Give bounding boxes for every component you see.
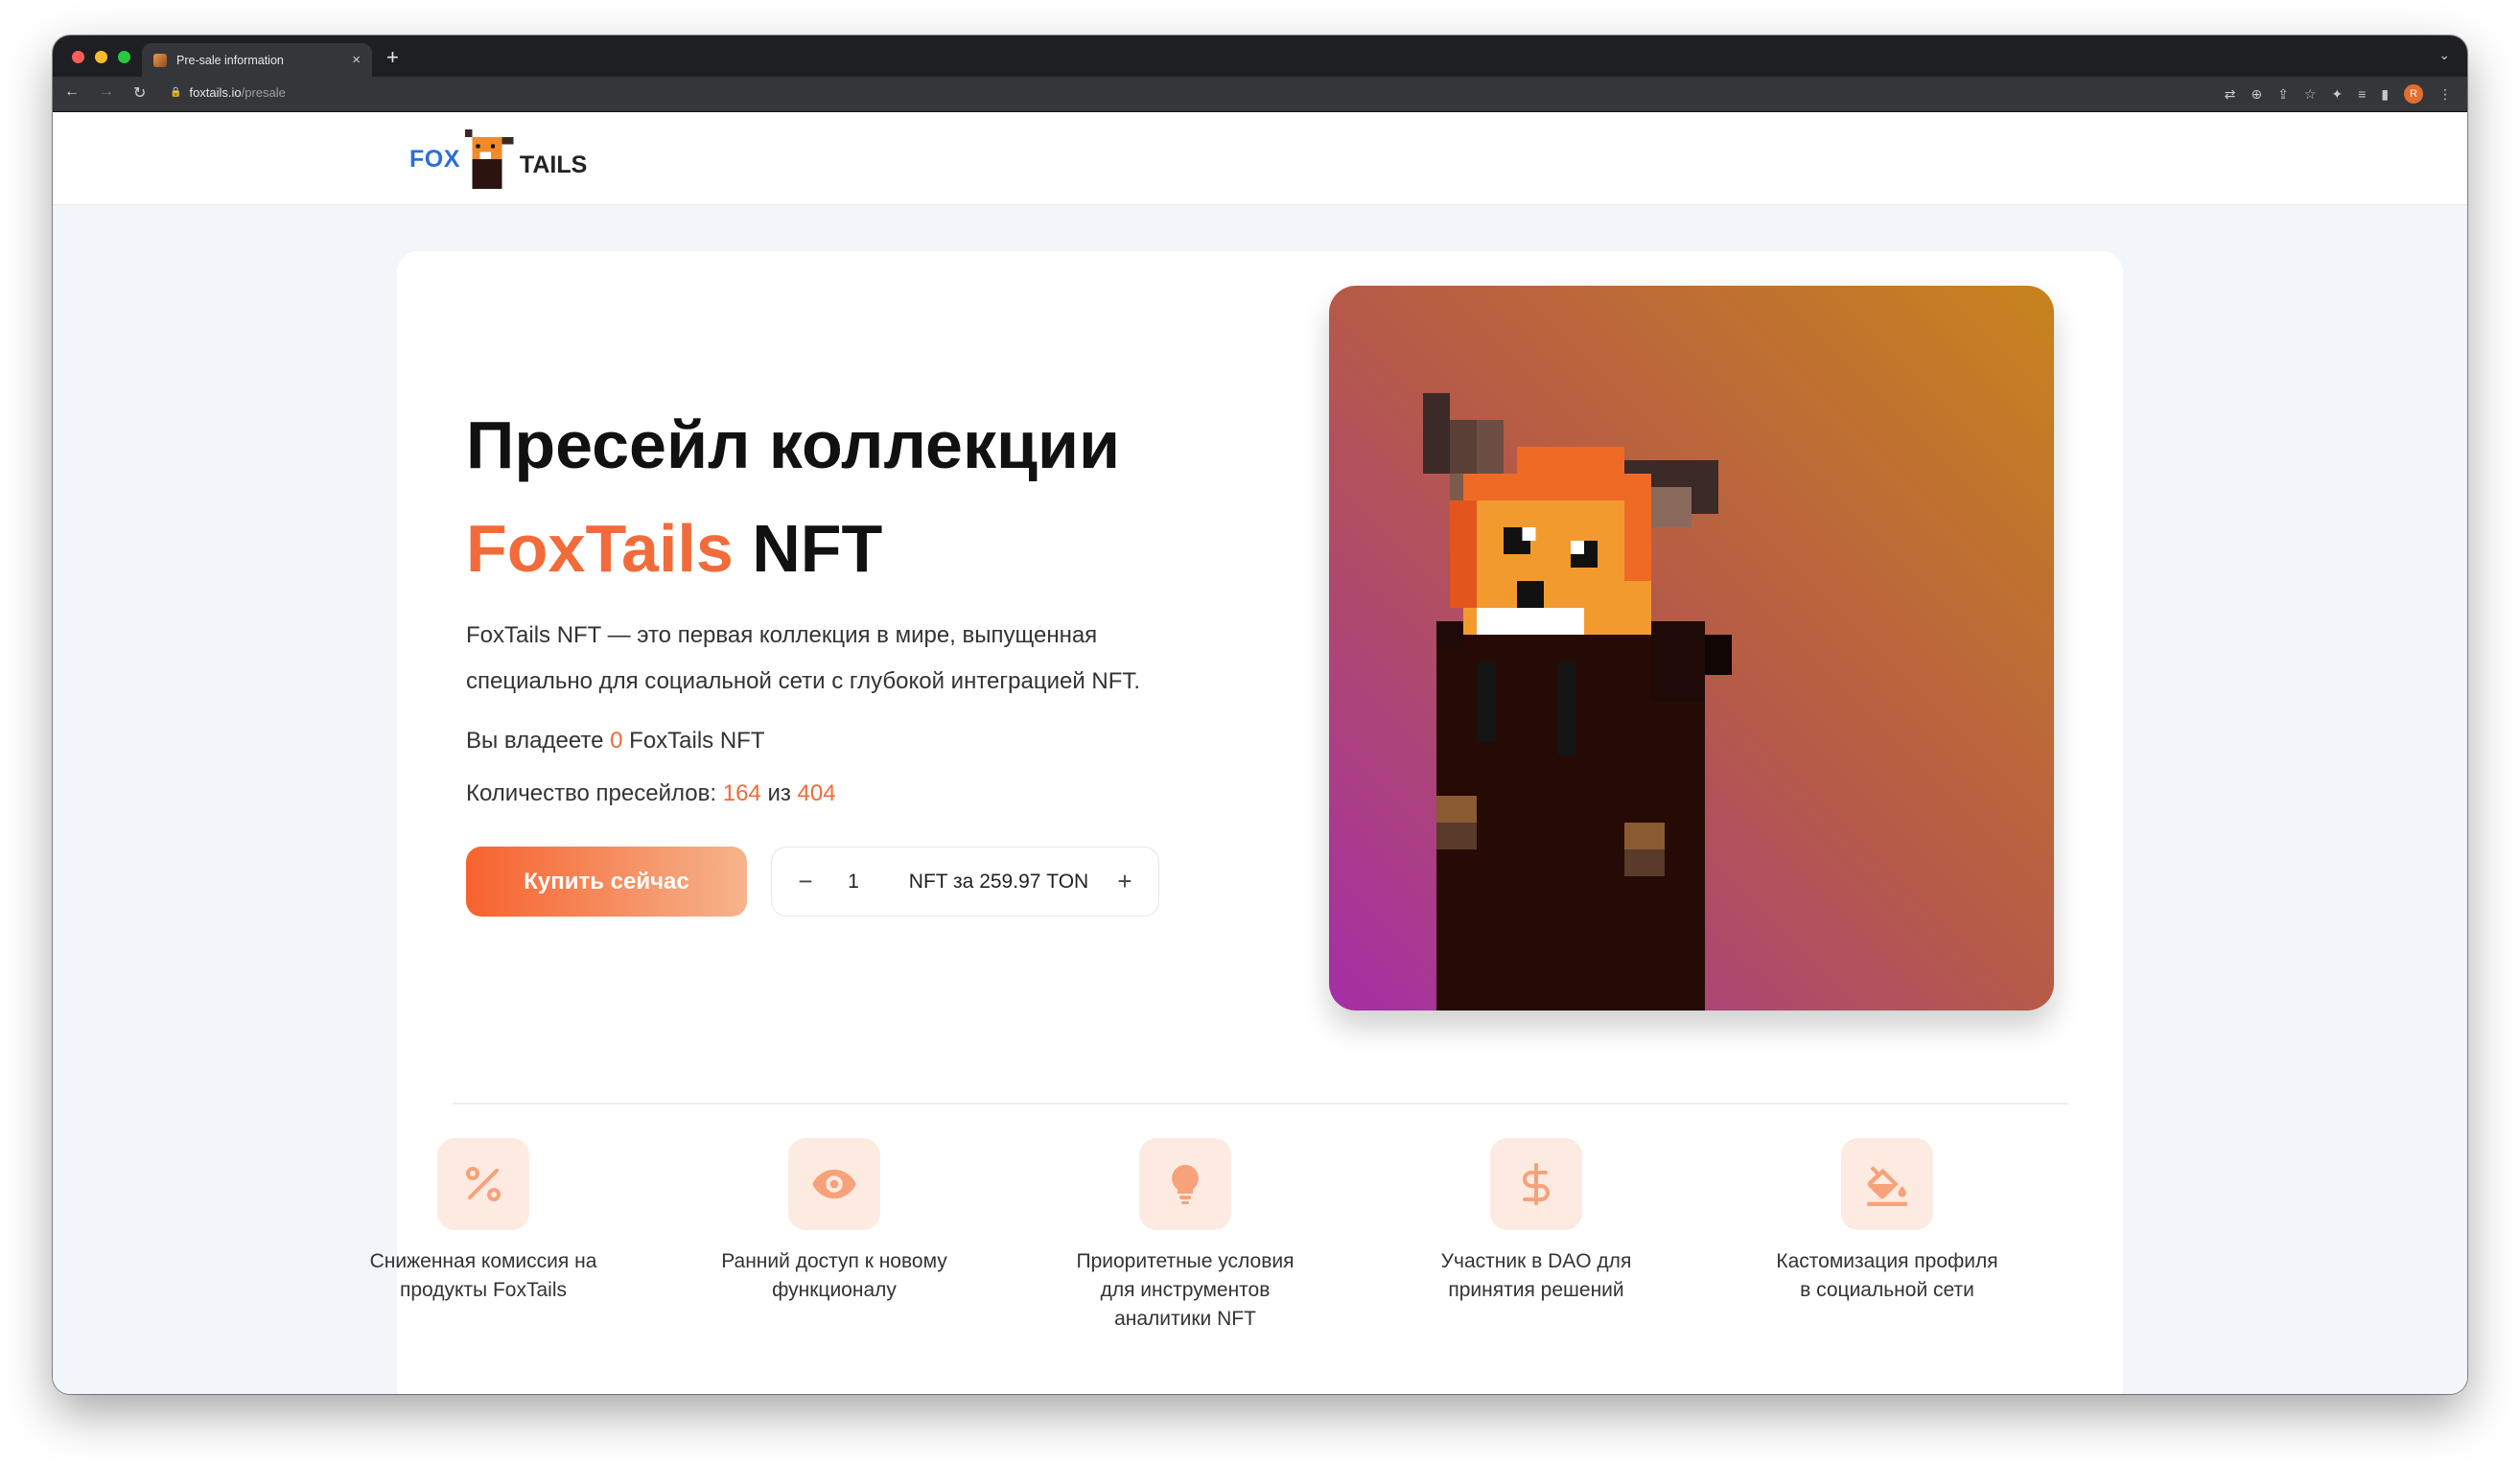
browser-window: Pre-sale information × + ⌄ ← → ↻ 🔒 foxta… <box>53 35 2467 1394</box>
presale-card: Пресейл коллекции FoxTails NFT FoxTails … <box>370 251 2123 1394</box>
side-panel-icon[interactable]: ▮ <box>2381 86 2389 103</box>
benefit-label: Ранний доступ к новому функционалу <box>721 1250 947 1301</box>
presales-sold: 164 <box>722 780 761 806</box>
eye-icon <box>788 1138 880 1230</box>
title-accent: FoxTails <box>466 511 734 586</box>
quantity-value[interactable]: 1 <box>820 871 887 894</box>
benefit-item: Приоритетные условия для инструментов ан… <box>1070 1138 1300 1334</box>
quantity-stepper: − 1 NFT за 259.97 TON + <box>771 847 1159 917</box>
toolbar-icons: ⇄ ⊕ ⇪ ☆ ✦ ≡ ▮ R ⋮ <box>2225 84 2452 104</box>
tab-close-icon[interactable]: × <box>352 52 361 68</box>
dollar-icon <box>1490 1138 1582 1230</box>
tab-search-chevron-icon[interactable]: ⌄ <box>2438 47 2450 63</box>
foxtails-logo[interactable]: FOX TAILS <box>409 126 587 193</box>
page-viewport: FOX TAILS Пресейл коллекции FoxTails NFT <box>53 112 2467 1394</box>
back-arrow-icon[interactable]: ← <box>64 83 80 103</box>
profile-avatar[interactable]: R <box>2404 84 2423 104</box>
presales-total: 404 <box>797 780 836 806</box>
tab-bar: Pre-sale information × + ⌄ <box>53 35 2467 77</box>
window-controls <box>72 51 130 63</box>
minimize-window-button[interactable] <box>95 51 107 63</box>
owned-nft-text: Вы владеете 0 FoxTails NFT <box>466 728 765 755</box>
page-title: Пресейл коллекции FoxTails NFT <box>466 393 1120 600</box>
bookmark-star-icon[interactable]: ☆ <box>2304 86 2317 103</box>
benefit-item: Сниженная комиссия на продукты FoxTails <box>368 1138 598 1305</box>
browser-toolbar: ← → ↻ 🔒 foxtails.io/presale ⇄ ⊕ ⇪ ☆ ✦ ≡ … <box>53 77 2467 112</box>
decrease-quantity-button[interactable]: − <box>791 867 820 896</box>
pixel-fox-illustration <box>1423 393 1732 1011</box>
url-path: /presale <box>241 85 286 100</box>
tab-title: Pre-sale information <box>176 53 284 67</box>
benefit-item: Участник в DAO для принятия решений <box>1421 1138 1651 1305</box>
fox-mascot-icon <box>464 129 514 189</box>
forward-arrow-icon[interactable]: → <box>99 83 114 103</box>
title-line1: Пресейл коллекции <box>466 407 1121 482</box>
section-divider <box>453 1103 2068 1104</box>
presales-of: из <box>767 780 791 806</box>
favicon-icon <box>153 53 167 67</box>
owned-count: 0 <box>610 728 623 754</box>
reload-icon[interactable]: ↻ <box>133 83 146 103</box>
benefit-label: Приоритетные условия для инструментов ан… <box>1076 1250 1295 1330</box>
menu-kebab-icon[interactable]: ⋮ <box>2438 86 2452 103</box>
benefit-label: Сниженная комиссия на продукты FoxTails <box>369 1250 597 1301</box>
presale-count-text: Количество пресейлов: 164 из 404 <box>466 780 836 807</box>
benefit-label: Кастомизация профиля в социальной сети <box>1776 1250 1998 1301</box>
url-domain: foxtails.io <box>189 85 242 100</box>
maximize-window-button[interactable] <box>118 51 130 63</box>
browser-tab[interactable]: Pre-sale information × <box>142 43 372 77</box>
owned-prefix: Вы владеете <box>466 728 604 754</box>
benefit-item: Ранний доступ к новому функционалу <box>719 1138 949 1305</box>
buy-now-button[interactable]: Купить сейчас <box>466 847 747 917</box>
navigation-buttons: ← → ↻ <box>64 83 146 103</box>
collection-description: FoxTails NFT — это первая коллекция в ми… <box>466 622 1141 694</box>
benefit-item: Кастомизация профиля в социальной сети <box>1772 1138 2002 1305</box>
new-tab-button[interactable]: + <box>386 45 399 70</box>
increase-quantity-button[interactable]: + <box>1110 867 1139 896</box>
lightbulb-icon <box>1139 1138 1231 1230</box>
nft-preview-image <box>1329 286 2054 1011</box>
lock-icon: 🔒 <box>170 87 182 98</box>
extensions-puzzle-icon[interactable]: ✦ <box>2331 86 2343 103</box>
price-text: NFT за 259.97 TON <box>908 870 1089 893</box>
logo-fox-text: FOX <box>409 145 460 173</box>
logo-tails-text: TAILS <box>519 151 588 178</box>
paint-bucket-icon <box>1841 1138 1933 1230</box>
percent-icon <box>437 1138 529 1230</box>
reading-list-icon[interactable]: ≡ <box>2358 86 2366 102</box>
translate-icon[interactable]: ⇄ <box>2225 86 2236 103</box>
benefit-label: Участник в DAO для принятия решений <box>1440 1250 1632 1301</box>
presales-prefix: Количество пресейлов: <box>466 780 717 806</box>
owned-suffix: FoxTails NFT <box>629 728 765 754</box>
site-header: FOX TAILS <box>53 112 2467 205</box>
zoom-icon[interactable]: ⊕ <box>2251 86 2262 103</box>
address-bar[interactable]: 🔒 foxtails.io/presale <box>170 85 286 100</box>
share-icon[interactable]: ⇪ <box>2277 86 2289 103</box>
title-nft: NFT <box>752 511 883 586</box>
close-window-button[interactable] <box>72 51 84 63</box>
url-text: foxtails.io/presale <box>189 85 285 100</box>
